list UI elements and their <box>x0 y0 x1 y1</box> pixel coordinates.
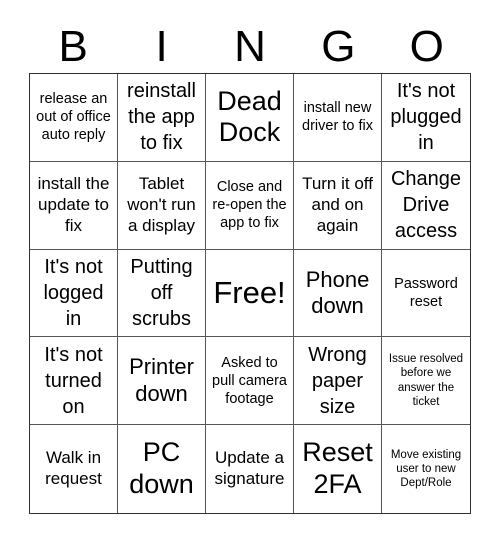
bingo-cell[interactable]: Move existing user to new Dept/Role <box>382 425 470 513</box>
header-letter-g: G <box>321 22 356 71</box>
bingo-cell[interactable]: It's not turned on <box>30 337 118 426</box>
bingo-cell[interactable]: It's not logged in <box>30 249 118 338</box>
header-letter-i: I <box>155 22 168 71</box>
bingo-cell[interactable]: Update a signature <box>206 425 294 513</box>
bingo-cell[interactable]: Issue resolved before we answer the tick… <box>382 337 470 426</box>
bingo-cell[interactable]: Putting off scrubs <box>118 249 206 338</box>
bingo-cell[interactable]: Close and re-open the app to fix <box>206 161 294 250</box>
bingo-cell[interactable]: Walk in request <box>30 425 118 513</box>
bingo-cell[interactable]: reinstall the app to fix <box>118 74 206 162</box>
bingo-cell[interactable]: Printer down <box>118 337 206 426</box>
header-letter-b: B <box>58 22 88 71</box>
bingo-cell[interactable]: Reset 2FA <box>294 425 382 513</box>
bingo-cell[interactable]: Tablet won't run a display <box>118 161 206 250</box>
header-letter-o: O <box>409 22 444 71</box>
bingo-cell[interactable]: install the update to fix <box>30 161 118 250</box>
bingo-board: release an out of office auto reply rein… <box>29 73 471 514</box>
bingo-cell[interactable]: release an out of office auto reply <box>30 74 118 162</box>
bingo-cell[interactable]: Asked to pull camera footage <box>206 337 294 426</box>
bingo-cell[interactable]: Dead Dock <box>206 74 294 162</box>
bingo-cell[interactable]: PC down <box>118 425 206 513</box>
bingo-cell[interactable]: install new driver to fix <box>294 74 382 162</box>
bingo-cell[interactable]: Turn it off and on again <box>294 161 382 250</box>
bingo-cell[interactable]: It's not plugged in <box>382 74 470 162</box>
bingo-cell[interactable]: Password reset <box>382 250 470 338</box>
bingo-cell[interactable]: Phone down <box>294 249 382 338</box>
bingo-cell[interactable]: Change Drive access <box>382 162 470 250</box>
bingo-cell[interactable]: Wrong paper size <box>294 337 382 426</box>
header-letter-n: N <box>234 22 266 71</box>
free-space-cell[interactable]: Free! <box>206 249 294 338</box>
bingo-header: B I N G O <box>29 22 471 72</box>
